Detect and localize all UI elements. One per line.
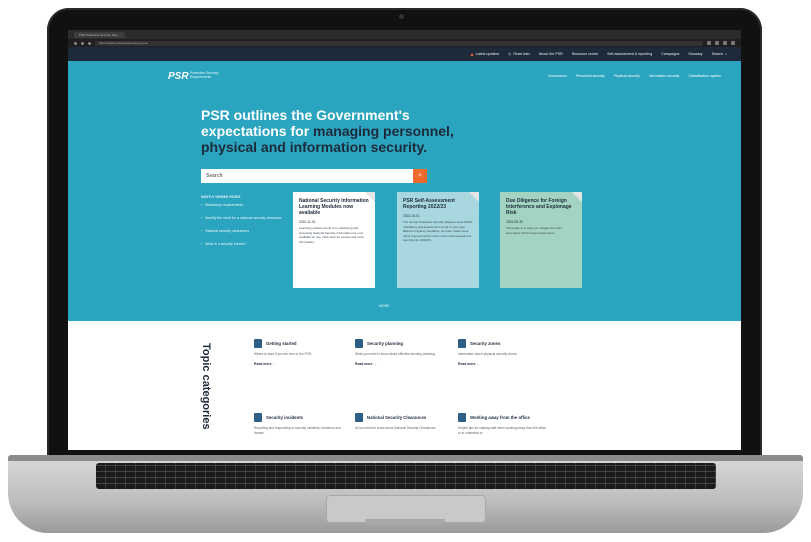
browser-tab-strip: PSR Protective Security Req... [68,30,741,39]
self-assessment-link[interactable]: Self-assessment & reporting [607,52,652,56]
checklist-icon [355,339,363,348]
read-more-link[interactable]: Read more → [458,362,548,366]
nav-governance[interactable]: Governance [548,74,567,78]
search-button[interactable]: ⌕ [413,169,427,183]
nav-personnel-security[interactable]: Personnel security [576,74,605,78]
topic-getting-started[interactable]: Getting started Where to start if you ar… [254,339,344,366]
shield-icon [254,413,262,422]
browser-tab[interactable]: PSR Protective Security Req... [74,31,125,38]
card-title: Due Diligence for Foreign Interference a… [506,198,572,216]
profile-icon[interactable] [731,41,735,45]
news-card[interactable]: National Security Information Learning M… [293,192,375,288]
arrow-right-icon: › [201,203,203,207]
arrow-right-icon: › [201,229,203,233]
laptop-lid: PSR Protective Security Req... https://w… [47,8,762,466]
card-body: Learning modules found if on classifying… [299,226,364,244]
main-nav: Governance Personnel security Physical s… [548,74,721,78]
laptop-icon [458,413,466,422]
nav-information-security[interactable]: Information security [649,74,680,78]
search-icon: ⌕ [418,172,422,179]
card-date: 2022-11-01 [299,220,316,224]
clock-icon: ◷ [508,52,512,56]
card-date: 2022-09-30 [506,220,523,224]
forward-icon[interactable] [81,41,84,45]
keyboard [96,463,716,489]
card-date: 2022-10-01 [403,214,420,218]
topic-national-security-clearances[interactable]: National Security Clearances All you nee… [355,413,445,431]
card-body: The annual Protective Security Requireme… [403,220,473,243]
card-corner-tag [365,192,375,202]
news-card[interactable]: PSR Self-Assessment Reporting 2022/23 20… [397,192,479,288]
id-card-icon [355,413,363,422]
topic-security-zones[interactable]: Security zones Information about physica… [458,339,548,366]
hinge [8,455,803,461]
logo-subtitle: Protective Security Requirements [190,71,219,79]
popular-link[interactable]: › Identify the need for a national securi… [201,216,291,221]
read-more-link[interactable]: Read more → [254,362,344,366]
megaphone-icon: ◆ [470,51,474,57]
arrow-right-icon: › [201,242,203,246]
search-link[interactable]: Search ⌕ [712,52,727,56]
laptop-screen: PSR Protective Security Req... https://w… [68,30,741,450]
lid-notch [365,519,445,525]
arrow-right-icon: → [476,361,480,366]
news-card[interactable]: Due Diligence for Foreign Interference a… [500,192,582,288]
back-icon[interactable] [74,41,77,45]
about-link[interactable]: About the PSR [539,52,563,56]
hero-section: PSR Protective Security Requirements Gov… [68,61,741,321]
utility-bar: ◆ Latest updates ◷ Read later About the PS… [68,47,741,61]
search-icon: ⌕ [724,52,727,56]
laptop-mockup: PSR Protective Security Req... https://w… [0,0,811,542]
topic-categories-heading: Topic categories [200,343,212,430]
card-title: National Security Information Learning M… [299,198,369,216]
latest-updates-link[interactable]: ◆ Latest updates [471,52,500,57]
read-more-link[interactable]: Read more → [355,362,445,366]
building-icon [458,339,466,348]
page-headline: PSR outlines the Government's expectatio… [201,107,454,155]
browser-address-bar: https://www.protectivesecurity.gov.au [68,39,741,47]
popular-link[interactable]: › National security clearances [201,229,291,234]
topic-security-incidents[interactable]: Security incidents Reporting and respond… [254,413,344,435]
card-body: This guide is to help you mitigate the r… [506,226,562,235]
card-title: PSR Self-Assessment Reporting 2022/23 [403,198,455,210]
card-corner-tag [469,192,479,202]
topic-working-away[interactable]: Working away from the office Helpful tip… [458,413,548,435]
popular-pages-title: MOSTLY VIEWED PAGES [201,195,241,199]
topic-security-planning[interactable]: Security planning What you need to know … [355,339,445,366]
resource-centre-link[interactable]: Resource centre [572,52,598,56]
popular-link[interactable]: › Mandatory requirements [201,203,291,208]
arrow-right-icon: → [272,361,276,366]
popular-link[interactable]: › What is a security breach? [201,242,291,247]
read-later-link[interactable]: ◷ Read later [508,52,530,56]
psr-logo[interactable]: PSR [168,71,189,82]
extension-icon[interactable] [715,41,719,45]
document-icon [254,339,262,348]
glossary-link[interactable]: Glossary [688,52,702,56]
url-field[interactable]: https://www.protectivesecurity.gov.au [95,40,703,46]
popular-pages-list: › Mandatory requirements › Identify the ne… [201,203,291,255]
campaigns-link[interactable]: Campaigns [661,52,679,56]
camera-icon [399,14,404,19]
extension-icon[interactable] [707,41,711,45]
topic-categories-section: Topic categories Getting started Where t… [68,321,741,450]
card-corner-tag [572,192,582,202]
nav-physical-security[interactable]: Physical security [614,74,640,78]
arrow-right-icon: → [373,361,377,366]
nav-classification-system[interactable]: Classification system [688,74,721,78]
arrow-right-icon: › [201,216,203,220]
more-news-link[interactable]: MORE [379,304,390,308]
search-input[interactable] [201,169,413,183]
extension-icon[interactable] [723,41,727,45]
search-box: ⌕ [201,169,427,183]
reload-icon[interactable] [88,41,91,45]
laptop-base [8,455,803,533]
